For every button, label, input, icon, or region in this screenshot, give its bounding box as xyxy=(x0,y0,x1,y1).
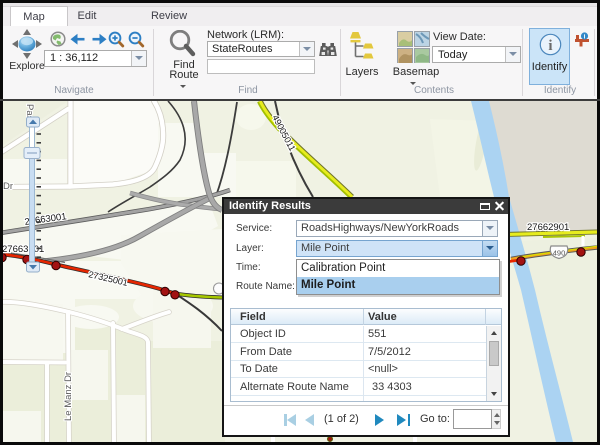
svg-text:i: i xyxy=(584,33,586,40)
svg-text:27662901: 27662901 xyxy=(527,222,569,233)
svg-text:490: 490 xyxy=(553,249,566,258)
svg-text:Le Manz Dr: Le Manz Dr xyxy=(63,372,74,421)
svg-text:i: i xyxy=(548,38,552,54)
svg-text:27663101: 27663101 xyxy=(3,244,44,255)
svg-text:Dr: Dr xyxy=(3,181,13,192)
